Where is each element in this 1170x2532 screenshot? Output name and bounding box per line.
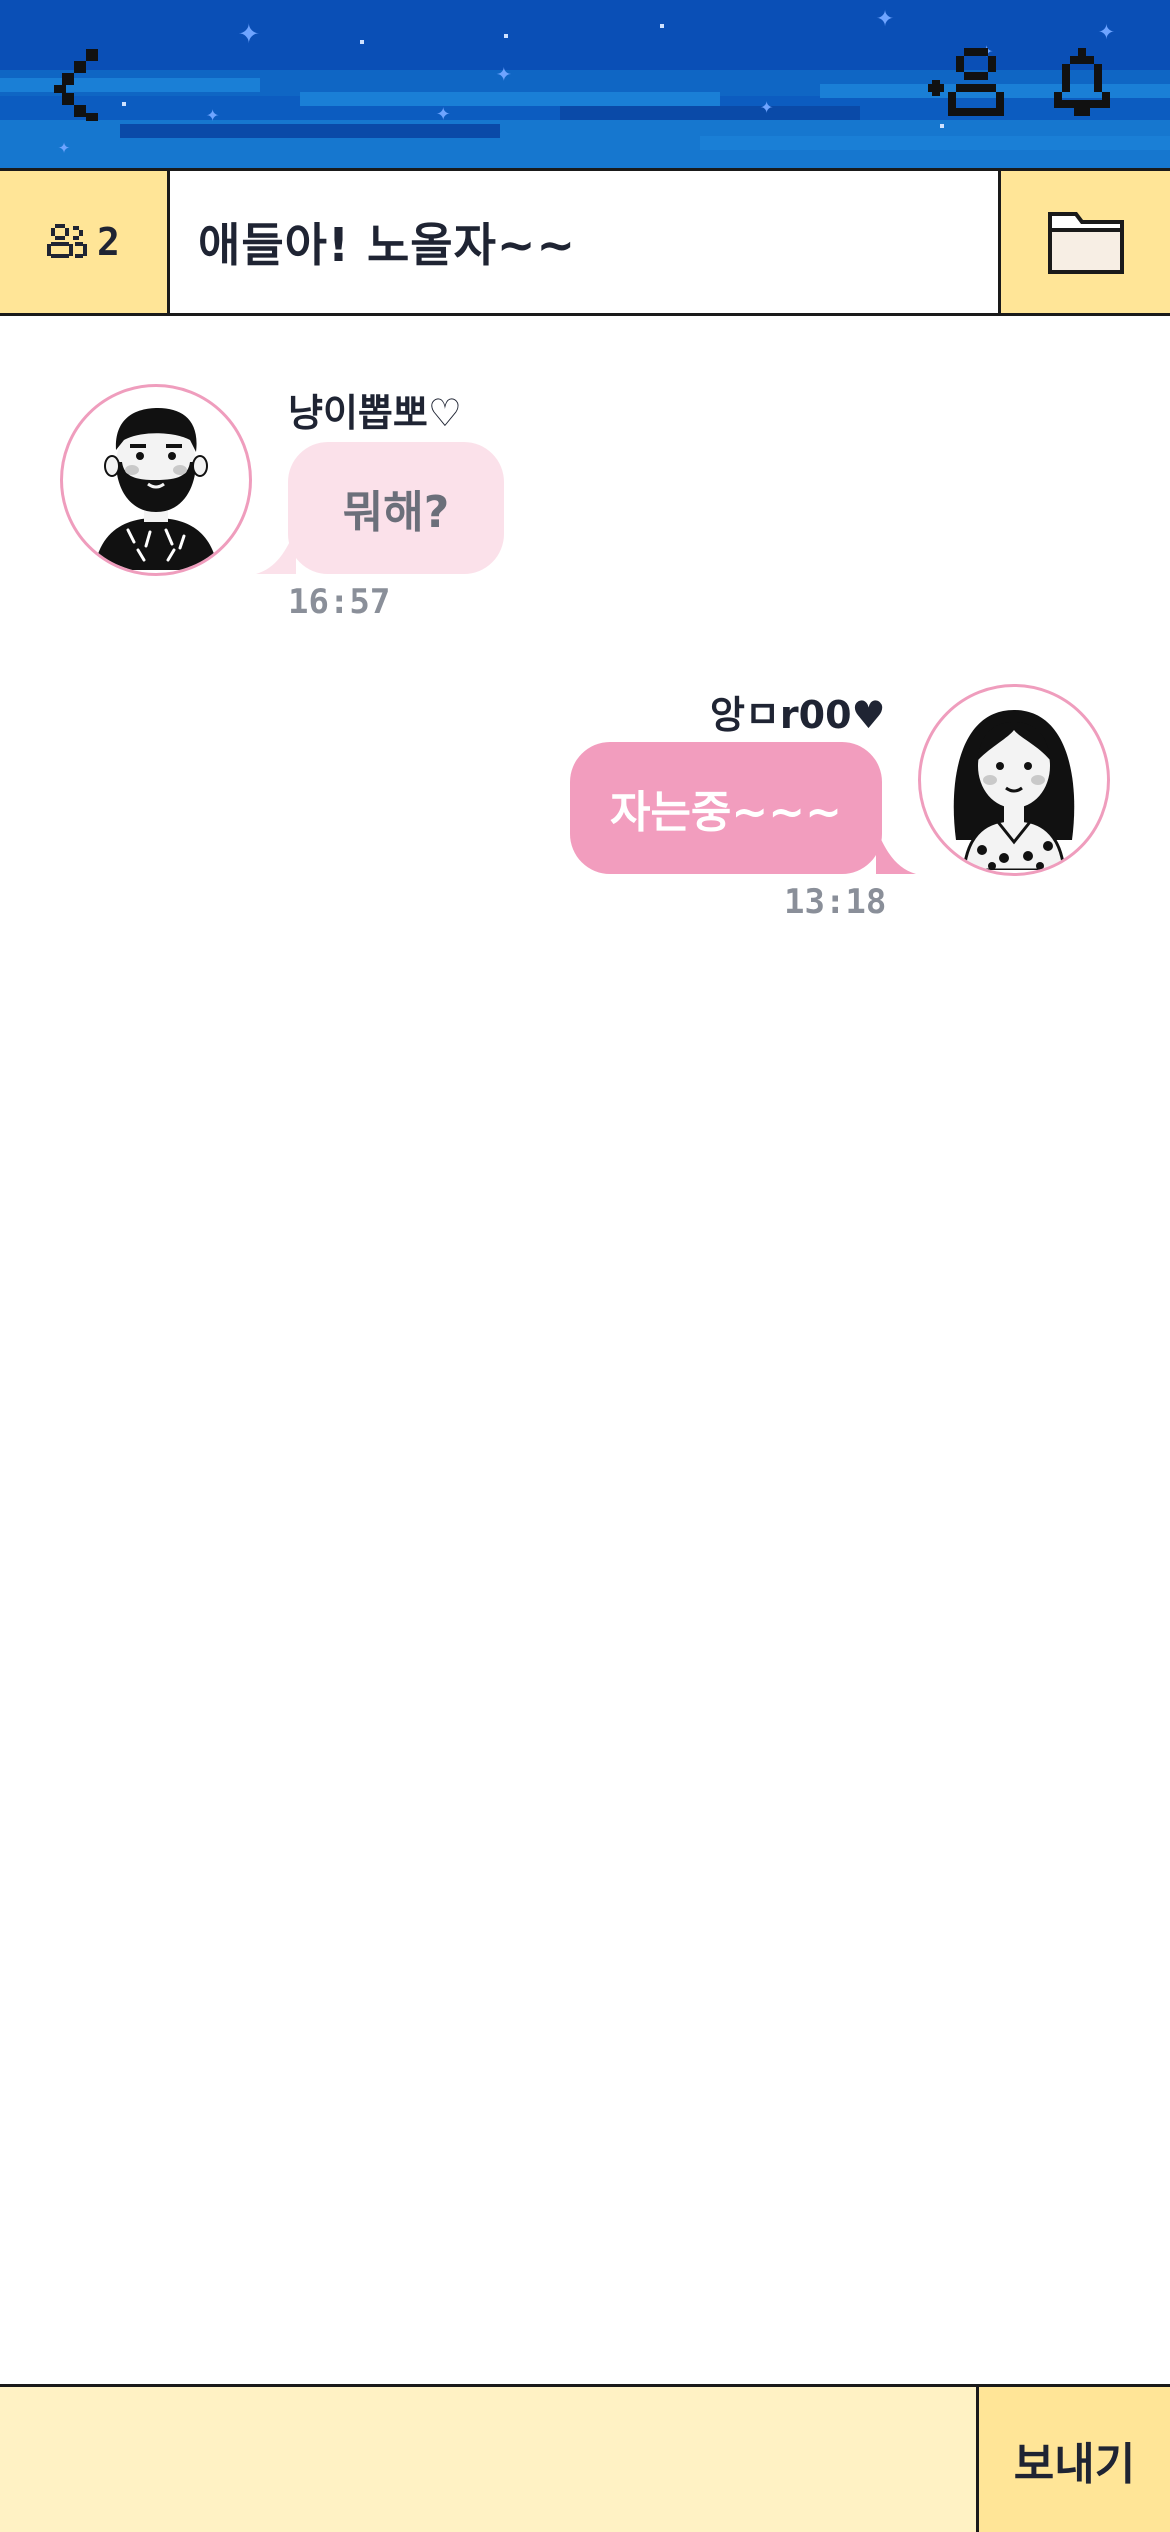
star-dot bbox=[940, 124, 944, 128]
people-icon bbox=[47, 224, 88, 258]
star-icon: ✦ bbox=[58, 134, 71, 158]
add-user-button[interactable] bbox=[924, 40, 1008, 124]
room-bar: 2 애들아! 노올자~~ bbox=[0, 168, 1170, 316]
folder-button[interactable] bbox=[998, 171, 1170, 313]
message-time: 16:57 bbox=[288, 582, 391, 622]
star-dot bbox=[660, 24, 664, 28]
bell-icon bbox=[1054, 48, 1110, 116]
bubble-tail bbox=[876, 828, 916, 874]
folder-icon bbox=[1047, 212, 1124, 274]
notification-button[interactable] bbox=[1040, 40, 1124, 124]
star-icon: ✦ bbox=[206, 102, 220, 127]
sky-band bbox=[120, 124, 500, 138]
long-hair-woman-avatar bbox=[953, 710, 1075, 870]
sender-name: 냥이뽑뽀♡ bbox=[288, 391, 462, 435]
avatar[interactable] bbox=[918, 684, 1110, 876]
star-icon: ✦ bbox=[496, 58, 512, 88]
room-title: 애들아! 노올자~~ bbox=[198, 218, 576, 272]
member-count-button[interactable]: 2 bbox=[0, 171, 170, 313]
sky-band bbox=[700, 136, 1170, 150]
message-time: 13:18 bbox=[784, 882, 887, 922]
avatar[interactable] bbox=[60, 384, 252, 576]
chevron-left-icon bbox=[54, 49, 98, 121]
app-header: ✦ ✦ ✦ ✦ ✦ ✦ ✦ ✦ ✦ bbox=[0, 0, 1170, 168]
message-input[interactable] bbox=[0, 2387, 976, 2532]
star-dot bbox=[504, 34, 508, 38]
send-button[interactable]: 보내기 bbox=[976, 2387, 1170, 2532]
star-icon: ✦ bbox=[760, 94, 774, 119]
member-count: 2 bbox=[97, 220, 120, 264]
message-composer: 보내기 bbox=[0, 2384, 1170, 2532]
star-icon: ✦ bbox=[876, 0, 895, 34]
sky-band bbox=[0, 78, 260, 92]
bearded-man-avatar bbox=[94, 408, 218, 570]
star-dot bbox=[360, 40, 364, 44]
back-button[interactable] bbox=[40, 40, 120, 130]
sky-band bbox=[560, 106, 860, 120]
message-bubble[interactable]: 자는중~~~ bbox=[570, 742, 882, 874]
message-bubble[interactable]: 뭐해? bbox=[288, 442, 504, 574]
star-icon: ✦ bbox=[436, 98, 451, 126]
star-dot bbox=[122, 102, 126, 106]
sender-name: 앙ㅁr00♥ bbox=[710, 693, 886, 737]
star-icon: ✦ bbox=[238, 11, 260, 52]
sky-band bbox=[300, 92, 720, 106]
add-user-icon bbox=[928, 48, 1004, 116]
